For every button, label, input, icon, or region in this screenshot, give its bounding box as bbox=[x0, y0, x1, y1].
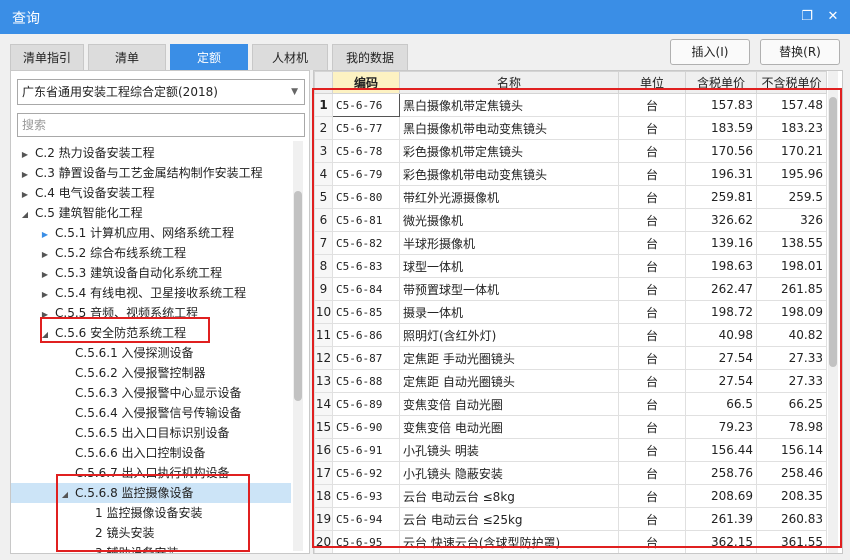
highlight-box-security bbox=[40, 317, 210, 343]
tree-item-label: C.5.6.3 入侵报警中心显示设备 bbox=[75, 386, 242, 400]
chevron-down-icon: ▼ bbox=[291, 87, 298, 97]
tree-item[interactable]: ▶ C.5.3 建筑设备自动化系统工程 bbox=[11, 263, 291, 283]
restore-icon[interactable]: ❐ bbox=[798, 8, 816, 26]
tree-item-label: C.5.3 建筑设备自动化系统工程 bbox=[55, 266, 223, 280]
tree-item-label: C.2 热力设备安装工程 bbox=[35, 146, 155, 160]
tab-bill-guide[interactable]: 清单指引 bbox=[10, 44, 84, 70]
tree-item-label: C.5.6.4 入侵报警信号传输设备 bbox=[75, 406, 242, 420]
tree-item[interactable]: ▶ C.5.4 有线电视、卫星接收系统工程 bbox=[11, 283, 291, 303]
chevron-right-icon[interactable]: ▶ bbox=[19, 185, 31, 205]
window-title: 查询 bbox=[12, 11, 40, 27]
tree-item[interactable]: ▶ C.4 电气设备安装工程 bbox=[11, 183, 291, 203]
highlight-box-camera bbox=[56, 474, 250, 552]
dialog-body: 清单指引 清单 定额 人材机 我的数据 插入(I) 替换(R) 广东省通用安装工… bbox=[0, 34, 850, 560]
chevron-right-icon[interactable]: ▶ bbox=[39, 285, 51, 305]
tab-materials[interactable]: 人材机 bbox=[252, 44, 328, 70]
chevron-right-icon[interactable]: ▶ bbox=[19, 165, 31, 185]
tree-item-label: C.5.2 综合布线系统工程 bbox=[55, 246, 187, 260]
chevron-right-icon[interactable]: ▶ bbox=[39, 225, 51, 245]
chevron-right-icon[interactable]: ▶ bbox=[39, 265, 51, 285]
tree-item-label: C.5.6.5 出入口目标识别设备 bbox=[75, 426, 230, 440]
tree-item[interactable]: C.5.6.5 出入口目标识别设备 bbox=[11, 423, 291, 443]
tree-item[interactable]: ▶ C.5.2 综合布线系统工程 bbox=[11, 243, 291, 263]
tree-item[interactable]: ▶ C.5.1 计算机应用、网络系统工程 bbox=[11, 223, 291, 243]
tree-item-label: C.5 建筑智能化工程 bbox=[35, 206, 143, 220]
tab-my-data[interactable]: 我的数据 bbox=[332, 44, 408, 70]
tree-item-label: C.5.1 计算机应用、网络系统工程 bbox=[55, 226, 235, 240]
tree-item-label: C.4 电气设备安装工程 bbox=[35, 186, 155, 200]
library-select-value: 广东省通用安装工程综合定额(2018) bbox=[22, 85, 218, 99]
close-icon[interactable]: ✕ bbox=[824, 8, 842, 26]
tree-scrollbar-thumb[interactable] bbox=[294, 191, 302, 401]
tree-item[interactable]: C.5.6.2 入侵报警控制器 bbox=[11, 363, 291, 383]
tree-item-label: C.5.6.6 出入口控制设备 bbox=[75, 446, 206, 460]
title-bar: 查询 ❐ ✕ bbox=[0, 0, 850, 34]
tree-item-label: C.5.6.2 入侵报警控制器 bbox=[75, 366, 206, 380]
replace-button[interactable]: 替换(R) bbox=[760, 39, 840, 65]
chevron-right-icon[interactable]: ▶ bbox=[39, 245, 51, 265]
tree-item[interactable]: C.5.6.6 出入口控制设备 bbox=[11, 443, 291, 463]
library-select[interactable]: 广东省通用安装工程综合定额(2018) ▼ bbox=[17, 79, 305, 105]
tree-item[interactable]: ◢ C.5 建筑智能化工程 bbox=[11, 203, 291, 223]
search-input[interactable] bbox=[17, 113, 305, 137]
tab-quota[interactable]: 定额 bbox=[170, 44, 248, 70]
tab-bill[interactable]: 清单 bbox=[88, 44, 166, 70]
highlight-box-table bbox=[312, 88, 842, 548]
insert-button[interactable]: 插入(I) bbox=[670, 39, 750, 65]
tree-item[interactable]: C.5.6.3 入侵报警中心显示设备 bbox=[11, 383, 291, 403]
tree-item-label: C.5.6.1 入侵探测设备 bbox=[75, 346, 194, 360]
chevron-down-icon[interactable]: ◢ bbox=[19, 205, 31, 225]
tree-item[interactable]: C.5.6.4 入侵报警信号传输设备 bbox=[11, 403, 291, 423]
tree-item[interactable]: C.5.6.1 入侵探测设备 bbox=[11, 343, 291, 363]
chevron-right-icon[interactable]: ▶ bbox=[19, 145, 31, 165]
tree-scrollbar[interactable] bbox=[293, 141, 303, 551]
tree-item-label: C.5.4 有线电视、卫星接收系统工程 bbox=[55, 286, 247, 300]
tree-item-label: C.3 静置设备与工艺金属结构制作安装工程 bbox=[35, 166, 263, 180]
tree-item[interactable]: ▶ C.3 静置设备与工艺金属结构制作安装工程 bbox=[11, 163, 291, 183]
tree-item[interactable]: ▶ C.2 热力设备安装工程 bbox=[11, 143, 291, 163]
